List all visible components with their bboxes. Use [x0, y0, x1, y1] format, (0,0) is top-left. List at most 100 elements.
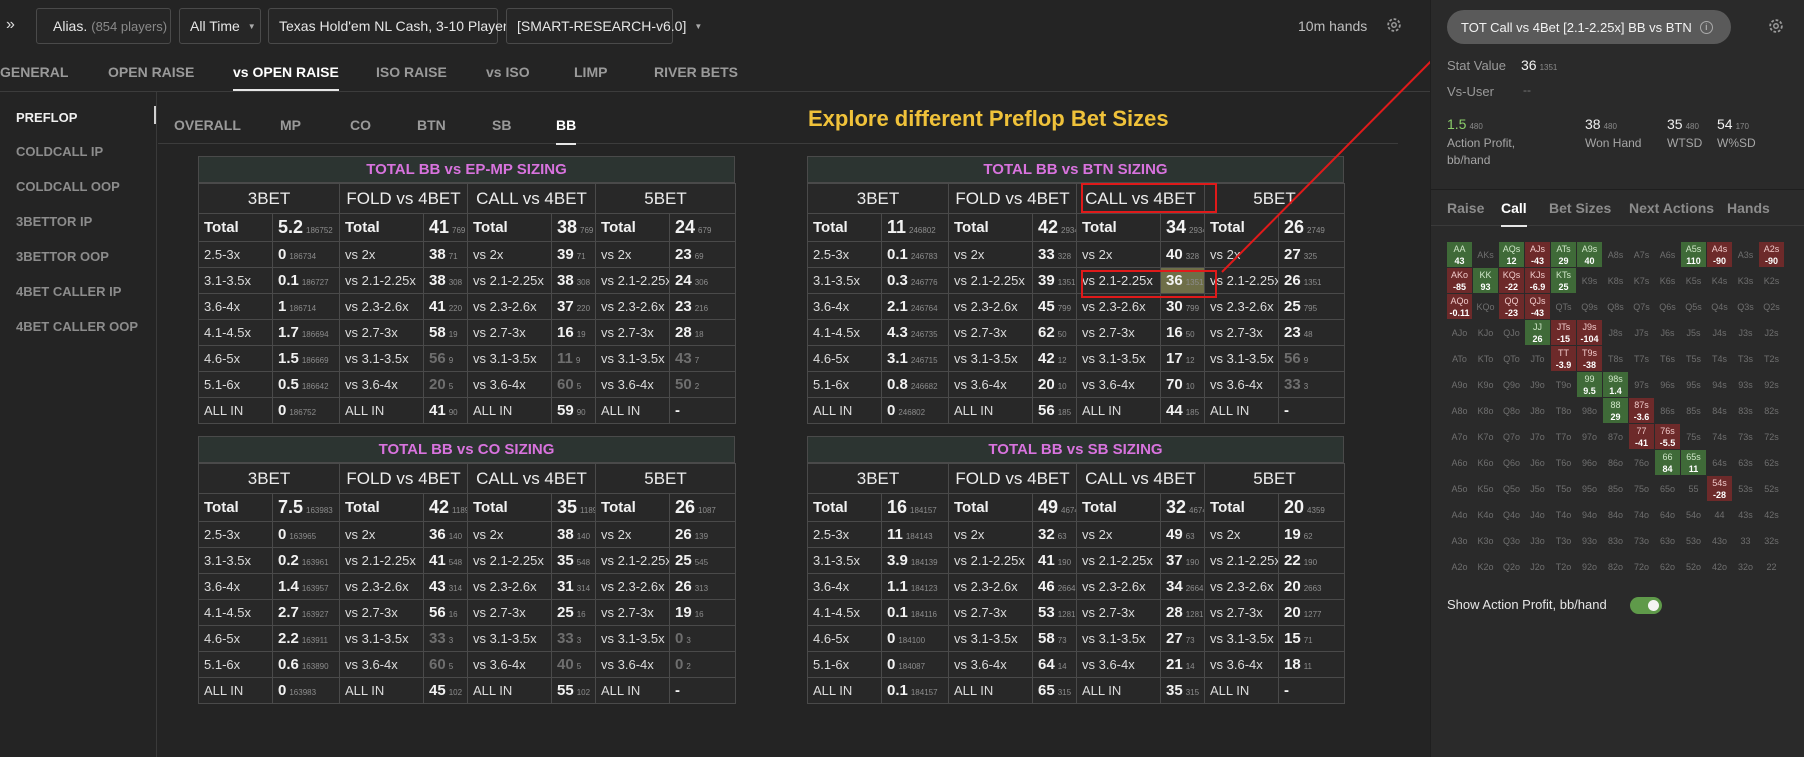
column-header[interactable]: FOLD vs 4BET [339, 183, 468, 214]
stat-cell[interactable]: 2.2 163911 [272, 625, 340, 652]
stat-cell[interactable]: 27 325 [1278, 241, 1346, 268]
stat-cell[interactable]: 0 163983 [272, 677, 340, 704]
hand-cell[interactable]: ATs 29 [1551, 242, 1576, 267]
hand-cell[interactable]: K4s [1707, 268, 1732, 293]
stat-cell[interactable]: 65 315 [1032, 677, 1077, 704]
hand-cell[interactable]: QTs [1551, 294, 1576, 319]
hand-cell[interactable]: AKs [1473, 242, 1498, 267]
hand-cell[interactable]: 43s [1733, 502, 1758, 527]
hand-cell[interactable]: Q3s [1733, 294, 1758, 319]
stat-cell[interactable]: 40 328 [1159, 241, 1206, 268]
hand-cell[interactable]: Q6s [1655, 294, 1680, 319]
stat-cell[interactable]: 56 16 [423, 599, 468, 626]
hand-cell[interactable]: 95s [1681, 372, 1706, 397]
hand-cell[interactable]: J3s [1733, 320, 1758, 345]
hand-cell[interactable]: T4s [1707, 346, 1732, 371]
hand-cell[interactable]: 83s [1733, 398, 1758, 423]
stat-cell[interactable]: 26 2749 [1278, 213, 1346, 242]
hand-cell[interactable]: T6o [1551, 450, 1576, 475]
hand-cell[interactable]: 72o [1629, 554, 1654, 579]
hand-cell[interactable]: 75o [1629, 476, 1654, 501]
hand-cell[interactable]: 32s [1759, 528, 1784, 553]
stat-cell[interactable]: 26 313 [669, 573, 737, 600]
hand-cell[interactable]: T2s [1759, 346, 1784, 371]
stat-cell[interactable]: 26 1351 [1278, 267, 1346, 294]
hand-cell[interactable]: 44 [1707, 502, 1732, 527]
sidebar-item-3bettor-ip[interactable]: 3BETTOR IP [16, 214, 92, 229]
stat-cell[interactable]: 56 9 [423, 345, 468, 372]
stat-cell[interactable]: 16 184157 [881, 493, 949, 522]
column-header[interactable]: 5BET [1204, 463, 1346, 494]
stat-cell[interactable]: 58 19 [423, 319, 468, 346]
hand-cell[interactable]: 54s -28 [1707, 476, 1732, 501]
hand-cell[interactable]: TT -3.9 [1551, 346, 1576, 371]
stat-cell[interactable]: 33 3 [550, 625, 597, 652]
hand-cell[interactable]: J8o [1525, 398, 1550, 423]
hand-cell[interactable]: K6s [1655, 268, 1680, 293]
hand-cell[interactable]: QTo [1499, 346, 1524, 371]
info-icon[interactable]: i [1699, 20, 1713, 34]
hand-cell[interactable]: 77 -41 [1629, 424, 1654, 449]
stat-cell[interactable]: 35 315 [1159, 677, 1206, 704]
stat-cell[interactable]: 27 73 [1159, 625, 1206, 652]
stat-title-pill[interactable]: TOT Call vs 4Bet [2.1-2.25x] BB vs BTN i [1447, 10, 1731, 44]
stat-cell[interactable]: 46 2664 [1032, 573, 1077, 600]
stat-cell[interactable]: 36 1351 [1159, 267, 1206, 294]
hand-cell[interactable]: 82s [1759, 398, 1784, 423]
hand-cell[interactable]: 94s [1707, 372, 1732, 397]
stat-cell[interactable]: 20 10 [1032, 371, 1077, 398]
hand-cell[interactable]: A5s 110 [1681, 242, 1706, 267]
hand-cell[interactable]: J6o [1525, 450, 1550, 475]
hand-cell[interactable]: 94o [1577, 502, 1602, 527]
column-header[interactable]: FOLD vs 4BET [339, 463, 468, 494]
hand-cell[interactable]: K3s [1733, 268, 1758, 293]
hand-cell[interactable]: Q4o [1499, 502, 1524, 527]
stat-cell[interactable]: 45 102 [423, 677, 468, 704]
hand-cell[interactable]: T7o [1551, 424, 1576, 449]
stat-cell[interactable]: 33 328 [1032, 241, 1077, 268]
hand-cell[interactable]: KJo [1473, 320, 1498, 345]
stat-cell[interactable]: 11 184143 [881, 521, 949, 548]
hand-cell[interactable]: 92o [1577, 554, 1602, 579]
sidebar-item-coldcall-ip[interactable]: COLDCALL IP [16, 144, 103, 159]
stat-cell[interactable]: 0.3 246776 [881, 267, 949, 294]
tab-call[interactable]: Call [1501, 200, 1527, 227]
hand-cell[interactable]: Q5s [1681, 294, 1706, 319]
stat-cell[interactable]: 23 216 [669, 293, 737, 320]
stat-cell[interactable]: - [669, 397, 737, 424]
hand-cell[interactable]: 83o [1603, 528, 1628, 553]
tab-raise[interactable]: Raise [1447, 200, 1484, 216]
hand-cell[interactable]: T9o [1551, 372, 1576, 397]
hand-cell[interactable]: KTs 25 [1551, 268, 1576, 293]
stat-cell[interactable]: 0 246802 [881, 397, 949, 424]
hand-cell[interactable]: 54o [1681, 502, 1706, 527]
stat-cell[interactable]: 2.1 246764 [881, 293, 949, 320]
stat-cell[interactable]: 35 1189 [550, 493, 597, 522]
hand-cell[interactable]: 53s [1733, 476, 1758, 501]
hand-cell[interactable]: J7s [1629, 320, 1654, 345]
sidebar-item-4bet-caller-ip[interactable]: 4BET CALLER IP [16, 284, 121, 299]
hand-cell[interactable]: 63o [1655, 528, 1680, 553]
stat-cell[interactable]: 41 220 [423, 293, 468, 320]
hand-cell[interactable]: 88 29 [1603, 398, 1628, 423]
stat-cell[interactable]: 43 314 [423, 573, 468, 600]
hand-cell[interactable]: J6s [1655, 320, 1680, 345]
hand-cell[interactable]: Q9s [1577, 294, 1602, 319]
hand-cell[interactable]: A5o [1447, 476, 1472, 501]
tab-open-raise[interactable]: OPEN RAISE [108, 64, 194, 80]
hand-cell[interactable]: K9o [1473, 372, 1498, 397]
hand-cell[interactable]: Q8s [1603, 294, 1628, 319]
hand-cell[interactable]: K5s [1681, 268, 1706, 293]
stat-cell[interactable]: 50 2 [669, 371, 737, 398]
stat-cell[interactable]: 56 9 [1278, 345, 1346, 372]
hand-cell[interactable]: J4o [1525, 502, 1550, 527]
column-header[interactable]: CALL vs 4BET [1075, 183, 1206, 214]
gear-icon[interactable] [1767, 17, 1785, 35]
hand-cell[interactable]: 96s [1655, 372, 1680, 397]
hand-cell[interactable]: 75s [1681, 424, 1706, 449]
hand-cell[interactable]: 52o [1681, 554, 1706, 579]
stat-cell[interactable]: 11 246802 [881, 213, 949, 242]
stat-cell[interactable]: 0.8 246682 [881, 371, 949, 398]
hand-cell[interactable]: 99 9.5 [1577, 372, 1602, 397]
hand-cell[interactable]: 33 [1733, 528, 1758, 553]
